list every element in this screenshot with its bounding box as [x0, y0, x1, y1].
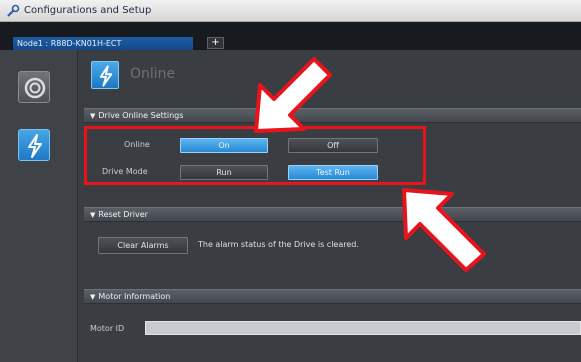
section-title: Drive Online Settings	[98, 111, 184, 120]
tab-strip: Node1 : R88D-KN01H-ECT +	[0, 22, 581, 50]
clear-alarms-button[interactable]: Clear Alarms	[98, 237, 188, 254]
rail-button-drive-info[interactable]	[18, 71, 50, 103]
reset-status-text: The alarm status of the Drive is cleared…	[198, 240, 359, 249]
section-title: Motor Information	[98, 292, 171, 301]
tab-node1[interactable]: Node1 : R88D-KN01H-ECT	[13, 37, 193, 50]
lightning-icon	[99, 65, 113, 87]
wrench-icon	[7, 4, 20, 17]
motor-id-label: Motor ID	[90, 324, 125, 333]
collapse-triangle-icon: ▼	[90, 112, 96, 120]
drive-info-icon	[24, 77, 46, 99]
section-motor-information[interactable]: ▼ Motor Information	[84, 289, 581, 304]
title-bar: Configurations and Setup	[0, 0, 581, 22]
lightning-icon	[28, 134, 42, 158]
section-reset-driver[interactable]: ▼ Reset Driver	[84, 207, 581, 222]
section-title: Reset Driver	[98, 210, 148, 219]
arrow-up-left-icon	[402, 188, 486, 272]
rail-button-online[interactable]	[18, 129, 50, 161]
collapse-triangle-icon: ▼	[90, 211, 96, 219]
page-title: Online	[130, 66, 176, 82]
collapse-triangle-icon: ▼	[90, 293, 96, 301]
new-tab-button[interactable]: +	[207, 37, 224, 49]
motor-id-field[interactable]	[145, 321, 581, 335]
header-icon	[91, 61, 119, 89]
left-rail	[0, 50, 78, 362]
window-title: Configurations and Setup	[24, 5, 152, 16]
arrow-down-left-icon	[254, 57, 332, 133]
